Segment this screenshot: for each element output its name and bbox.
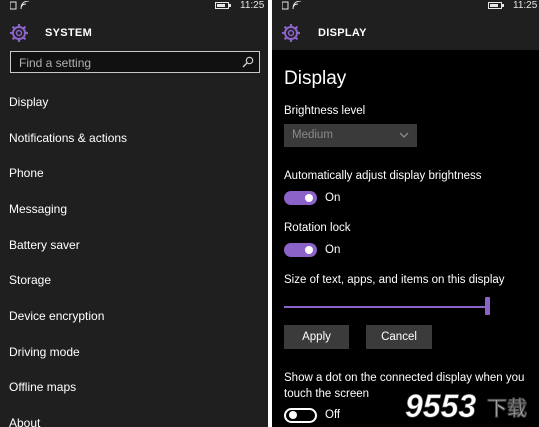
watermark-logo: 9553 下载	[405, 388, 528, 423]
auto-brightness-state: On	[325, 192, 341, 204]
svg-text:9553: 9553	[405, 388, 476, 423]
search-icon[interactable]	[242, 56, 254, 68]
connected-dot-label-line2: touch the screen	[284, 388, 370, 400]
status-time: 11:25	[513, 0, 538, 11]
rotation-lock-state: On	[325, 244, 341, 256]
svg-text:下载: 下载	[487, 396, 527, 420]
brightness-value: Medium	[292, 129, 333, 141]
brightness-dropdown[interactable]: Medium	[284, 124, 417, 147]
nav-item-phone[interactable]: Phone	[9, 166, 44, 180]
status-time: 11:25	[240, 0, 265, 11]
page-header: SYSTEM	[0, 12, 268, 50]
display-screen: 11:25 DISPLAY Display Brightness level M…	[272, 0, 539, 427]
chevron-down-icon	[399, 132, 409, 138]
auto-brightness-label: Automatically adjust display brightness	[284, 170, 482, 182]
nav-item-about[interactable]: About	[9, 416, 40, 427]
gear-icon	[10, 24, 28, 42]
display-size-label: Size of text, apps, and items on this di…	[284, 274, 505, 286]
connected-dot-state: Off	[325, 409, 341, 421]
nav-item-notifications[interactable]: Notifications & actions	[9, 131, 127, 145]
nav-item-display[interactable]: Display	[9, 95, 48, 109]
rotation-lock-toggle[interactable]	[284, 243, 317, 257]
apply-button[interactable]: Apply	[284, 325, 349, 349]
signal-icon	[10, 1, 30, 10]
header-title: SYSTEM	[45, 27, 93, 39]
header-title: DISPLAY	[318, 27, 367, 39]
page-title: Display	[284, 68, 347, 89]
nav-item-offline-maps[interactable]: Offline maps	[9, 380, 76, 394]
display-size-slider-track[interactable]	[284, 306, 488, 308]
auto-brightness-toggle[interactable]	[284, 191, 317, 205]
nav-item-driving-mode[interactable]: Driving mode	[9, 345, 80, 359]
cancel-button[interactable]: Cancel	[366, 325, 432, 349]
connected-dot-toggle[interactable]	[284, 408, 317, 423]
display-size-slider-thumb[interactable]	[485, 297, 490, 315]
search-placeholder: Find a setting	[19, 56, 92, 70]
connected-dot-label-line1: Show a dot on the connected display when…	[284, 372, 525, 384]
status-bar: 11:25	[0, 0, 268, 12]
nav-item-messaging[interactable]: Messaging	[9, 202, 67, 216]
nav-item-storage[interactable]: Storage	[9, 273, 51, 287]
signal-icon	[282, 1, 302, 10]
battery-icon	[488, 2, 504, 9]
battery-icon	[215, 2, 231, 9]
search-input[interactable]: Find a setting	[10, 51, 260, 73]
system-screen: 11:25 SYSTEM Find a setting Display Noti…	[0, 0, 268, 427]
status-bar: 11:25	[272, 0, 539, 12]
nav-item-device-encryption[interactable]: Device encryption	[9, 309, 104, 323]
rotation-lock-label: Rotation lock	[284, 222, 351, 234]
gear-icon	[282, 24, 300, 42]
nav-item-battery-saver[interactable]: Battery saver	[9, 238, 80, 252]
page-header: DISPLAY	[272, 12, 539, 50]
brightness-label: Brightness level	[284, 105, 366, 117]
